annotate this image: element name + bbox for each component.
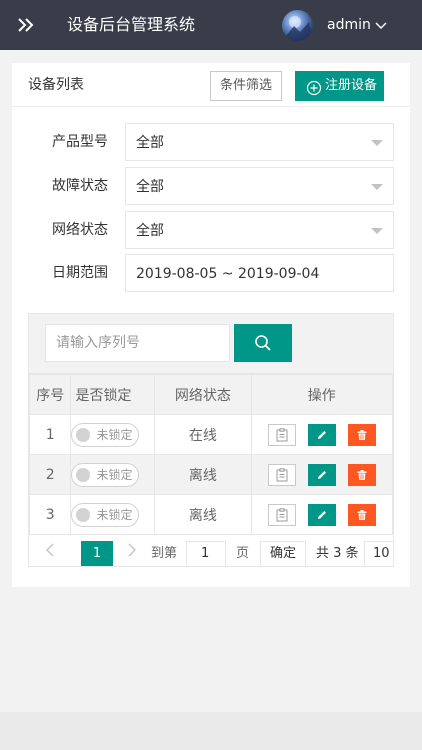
date-range-row: 日期范围 2019-08-05 ~ 2019-09-04 xyxy=(12,254,410,292)
page-unit-label: 页 xyxy=(236,546,250,561)
current-page-button[interactable]: 1 xyxy=(81,541,113,566)
trash-icon xyxy=(357,469,367,480)
cell-lock: 未锁定 xyxy=(70,454,156,495)
table-row: 3 未锁定 离线 xyxy=(29,494,393,535)
double-chevron-right-icon[interactable] xyxy=(16,15,36,35)
fault-status-label: 故障状态 xyxy=(52,178,108,194)
register-device-label: 注册设备 xyxy=(325,78,378,93)
cell-lock: 未锁定 xyxy=(70,414,156,455)
product-model-row: 产品型号 全部 xyxy=(12,123,410,161)
register-device-button[interactable]: 注册设备 xyxy=(295,71,384,101)
prev-page-icon[interactable] xyxy=(45,543,55,557)
header-locked: 是否锁定 xyxy=(70,374,156,415)
date-range-value: 2019-08-05 ~ 2019-09-04 xyxy=(136,266,320,282)
cell-network: 在线 xyxy=(154,414,252,455)
toggle-knob xyxy=(76,427,91,442)
caret-down-icon xyxy=(371,184,383,190)
product-model-value: 全部 xyxy=(136,135,164,151)
toggle-knob xyxy=(76,507,91,522)
plus-circle-icon xyxy=(306,78,322,96)
cell-network: 离线 xyxy=(154,454,252,495)
edit-button[interactable] xyxy=(307,463,336,486)
page-size-select[interactable]: 10 条/ xyxy=(364,541,393,566)
clipboard-icon xyxy=(276,427,288,441)
network-status-value: 全部 xyxy=(136,223,164,239)
bottom-band xyxy=(0,712,422,750)
username[interactable]: admin xyxy=(327,15,371,35)
fault-status-select[interactable]: 全部 xyxy=(125,167,394,205)
next-page-icon[interactable] xyxy=(127,543,137,557)
total-count: 共 3 条 xyxy=(316,546,359,561)
network-status-label: 网络状态 xyxy=(52,222,108,238)
search-button[interactable] xyxy=(234,324,292,362)
delete-button[interactable] xyxy=(347,503,376,526)
lock-toggle[interactable]: 未锁定 xyxy=(71,462,140,487)
pencil-icon xyxy=(317,510,326,519)
device-table-panel: 请输入序列号 序号 是否锁定 网络状态 操作 1 未锁定 在线 2 未锁定 离线… xyxy=(28,313,394,567)
caret-down-icon xyxy=(371,228,383,234)
goto-confirm-button[interactable]: 确定 xyxy=(260,541,306,566)
filter-button[interactable]: 条件筛选 xyxy=(210,71,282,101)
table-header-row: 序号 是否锁定 网络状态 操作 xyxy=(29,374,393,415)
top-navbar: 设备后台管理系统 admin xyxy=(0,0,422,50)
table-row: 2 未锁定 离线 xyxy=(29,454,393,495)
pagination: 1 到第 1 页 确定 共 3 条 10 条/ xyxy=(29,535,393,566)
clipboard-icon xyxy=(276,507,288,521)
avatar[interactable] xyxy=(282,10,313,41)
view-button[interactable] xyxy=(267,503,296,526)
delete-button[interactable] xyxy=(347,423,376,446)
date-range-input[interactable]: 2019-08-05 ~ 2019-09-04 xyxy=(125,254,394,292)
goto-page-input[interactable]: 1 xyxy=(186,541,226,566)
table-toolbar: 请输入序列号 xyxy=(29,314,393,374)
search-icon xyxy=(255,335,271,351)
cell-no: 3 xyxy=(29,494,72,535)
edit-button[interactable] xyxy=(307,503,336,526)
clipboard-icon xyxy=(276,467,288,481)
device-table: 序号 是否锁定 网络状态 操作 1 未锁定 在线 2 未锁定 离线 3 未锁定 … xyxy=(29,374,393,535)
pencil-icon xyxy=(317,430,326,439)
header-network: 网络状态 xyxy=(154,374,252,415)
table-row: 1 未锁定 在线 xyxy=(29,414,393,455)
edit-button[interactable] xyxy=(307,423,336,446)
cell-actions xyxy=(250,454,393,495)
cell-lock: 未锁定 xyxy=(70,494,156,535)
trash-icon xyxy=(357,509,367,520)
fault-status-value: 全部 xyxy=(136,179,164,195)
pencil-icon xyxy=(317,470,326,479)
caret-down-icon xyxy=(371,140,383,146)
chevron-down-icon[interactable] xyxy=(374,18,388,32)
header-actions: 操作 xyxy=(250,374,393,415)
fault-status-row: 故障状态 全部 xyxy=(12,167,410,205)
lock-toggle-label: 未锁定 xyxy=(96,427,133,442)
network-status-select[interactable]: 全部 xyxy=(125,211,394,249)
serial-search-input[interactable]: 请输入序列号 xyxy=(45,324,230,362)
cell-network: 离线 xyxy=(154,494,252,535)
delete-button[interactable] xyxy=(347,463,376,486)
cell-actions xyxy=(250,494,393,535)
cell-actions xyxy=(250,414,393,455)
network-status-row: 网络状态 全部 xyxy=(12,211,410,249)
card-title: 设备列表 xyxy=(28,77,84,93)
header-no: 序号 xyxy=(29,374,72,415)
goto-label: 到第 xyxy=(151,546,178,561)
card-header: 设备列表 条件筛选 注册设备 xyxy=(12,63,410,107)
lock-toggle-label: 未锁定 xyxy=(96,507,133,522)
view-button[interactable] xyxy=(267,423,296,446)
cell-no: 1 xyxy=(29,414,72,455)
lock-toggle[interactable]: 未锁定 xyxy=(71,422,140,447)
date-range-label: 日期范围 xyxy=(52,265,108,281)
lock-toggle[interactable]: 未锁定 xyxy=(71,502,140,527)
cell-no: 2 xyxy=(29,454,72,495)
trash-icon xyxy=(357,429,367,440)
view-button[interactable] xyxy=(267,463,296,486)
app-title: 设备后台管理系统 xyxy=(67,15,196,34)
product-model-select[interactable]: 全部 xyxy=(125,123,394,161)
device-list-card: 设备列表 条件筛选 注册设备 产品型号 全部 故障状态 全部 网络状态 全部 日… xyxy=(12,63,410,587)
product-model-label: 产品型号 xyxy=(52,134,108,150)
lock-toggle-label: 未锁定 xyxy=(96,467,133,482)
toggle-knob xyxy=(76,467,91,482)
